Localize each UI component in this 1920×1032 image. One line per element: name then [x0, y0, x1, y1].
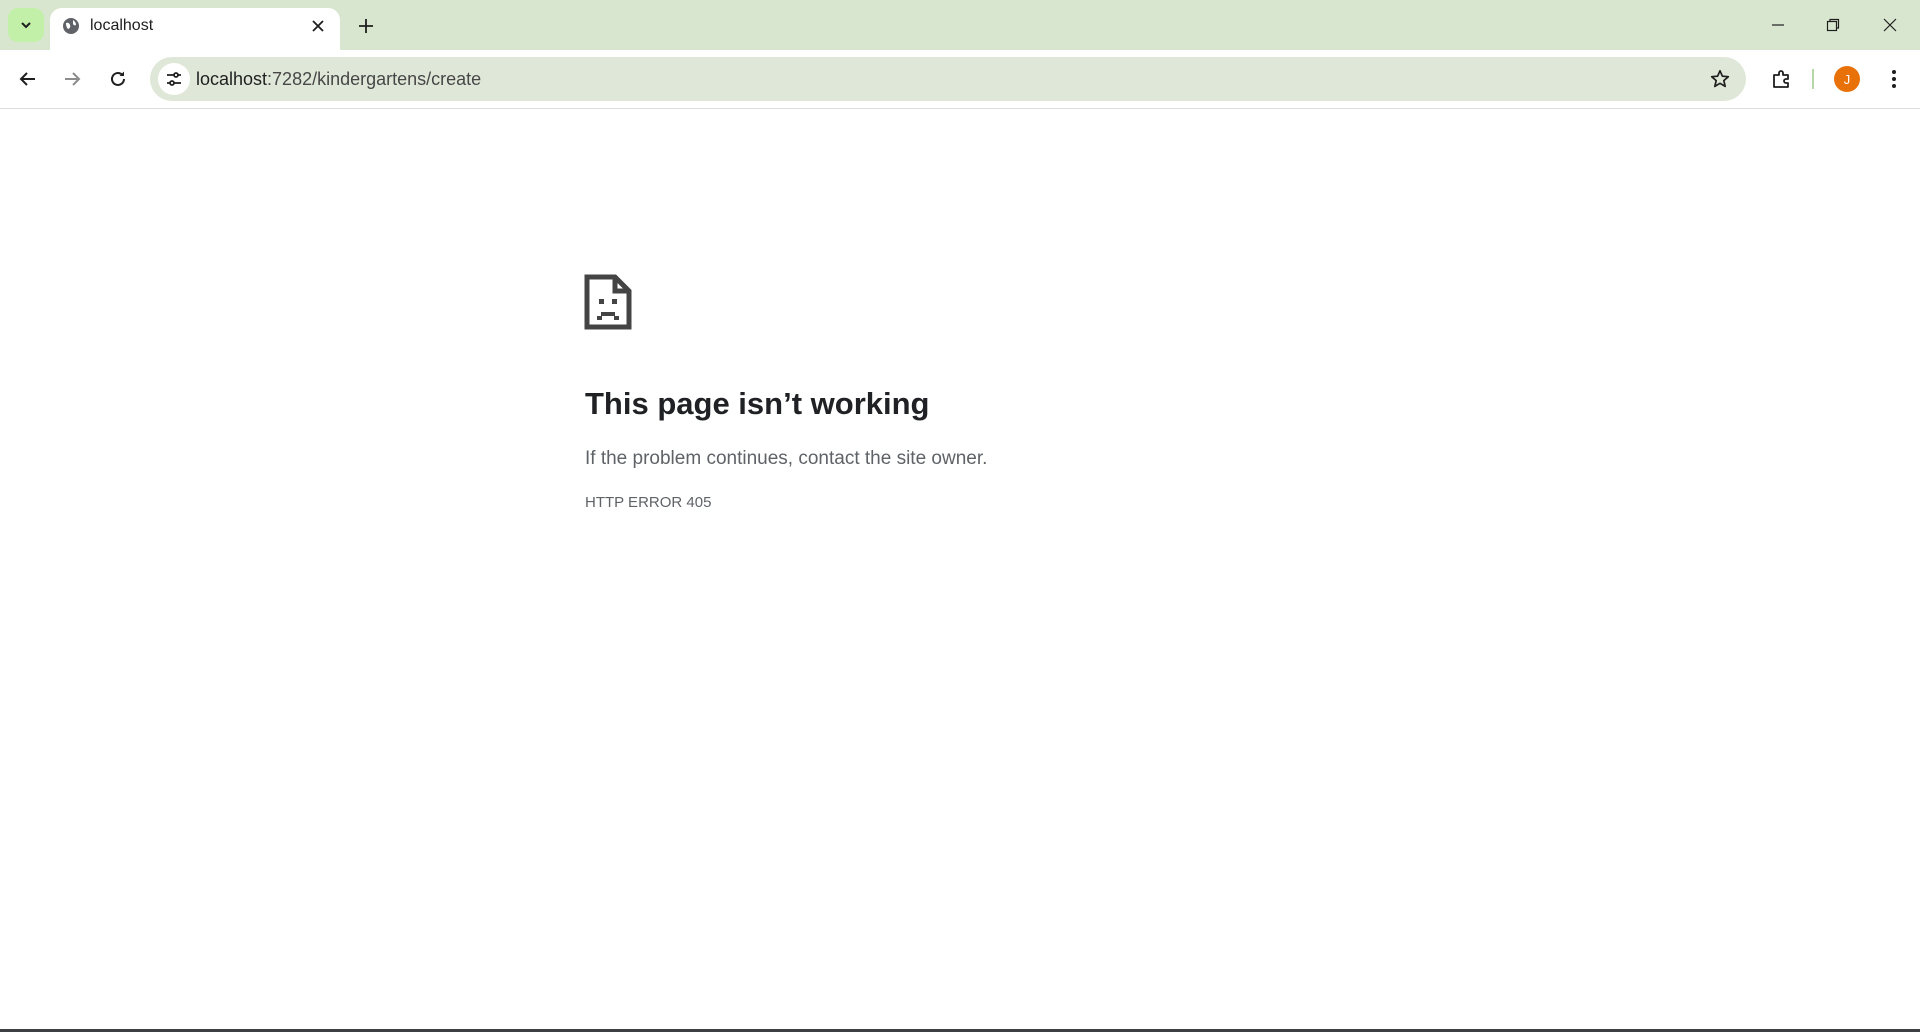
- reload-icon: [111, 71, 125, 86]
- tab-localhost[interactable]: localhost: [50, 8, 340, 50]
- new-tab-button[interactable]: [352, 12, 380, 40]
- chevron-down-icon: [21, 22, 31, 29]
- arrow-left-icon: [19, 72, 35, 86]
- minimize-icon: [1772, 24, 1784, 26]
- close-window-button[interactable]: [1870, 8, 1910, 42]
- restore-icon: [1826, 18, 1840, 32]
- site-info-button[interactable]: [158, 63, 190, 95]
- toolbar: localhost:7282/kindergartens/create J: [0, 50, 1920, 109]
- star-icon: [1710, 69, 1730, 88]
- profile-avatar[interactable]: J: [1834, 66, 1860, 92]
- close-icon: [1883, 18, 1897, 32]
- tab-title: localhost: [90, 17, 154, 34]
- close-icon: [312, 20, 324, 32]
- page-content: This page isn’t working If the problem c…: [0, 109, 1920, 1029]
- reload-button[interactable]: [102, 63, 134, 95]
- tab-strip: localhost: [0, 0, 1920, 50]
- tab-search-button[interactable]: [8, 8, 44, 42]
- back-button[interactable]: [12, 63, 44, 95]
- puzzle-icon: [1773, 70, 1789, 88]
- url-host: localhost: [196, 69, 268, 89]
- tune-icon: [167, 72, 181, 86]
- address-bar[interactable]: localhost:7282/kindergartens/create: [150, 57, 1746, 101]
- restore-button[interactable]: [1813, 8, 1853, 42]
- extensions-button[interactable]: [1766, 63, 1798, 95]
- browser-window: localhost localhost:7282/kindergartens/c…: [0, 0, 1920, 1032]
- url-text[interactable]: localhost:7282/kindergartens/create: [196, 69, 481, 89]
- tab-close-button[interactable]: [308, 16, 328, 36]
- menu-button[interactable]: [1878, 63, 1910, 95]
- forward-button[interactable]: [56, 63, 88, 95]
- arrow-right-icon: [65, 72, 81, 86]
- more-vert-icon: [1892, 70, 1896, 88]
- plus-icon: [359, 19, 373, 33]
- bookmark-button[interactable]: [1708, 67, 1732, 91]
- error-code: HTTP ERROR 405: [585, 494, 712, 511]
- error-description: If the problem continues, contact the si…: [585, 448, 988, 469]
- minimize-button[interactable]: [1758, 8, 1798, 42]
- sad-page-icon: [584, 274, 632, 330]
- error-title: This page isn’t working: [585, 386, 930, 421]
- globe-icon: [63, 18, 79, 34]
- toolbar-separator: [1812, 69, 1814, 89]
- url-path: :7282/kindergartens/create: [267, 69, 482, 89]
